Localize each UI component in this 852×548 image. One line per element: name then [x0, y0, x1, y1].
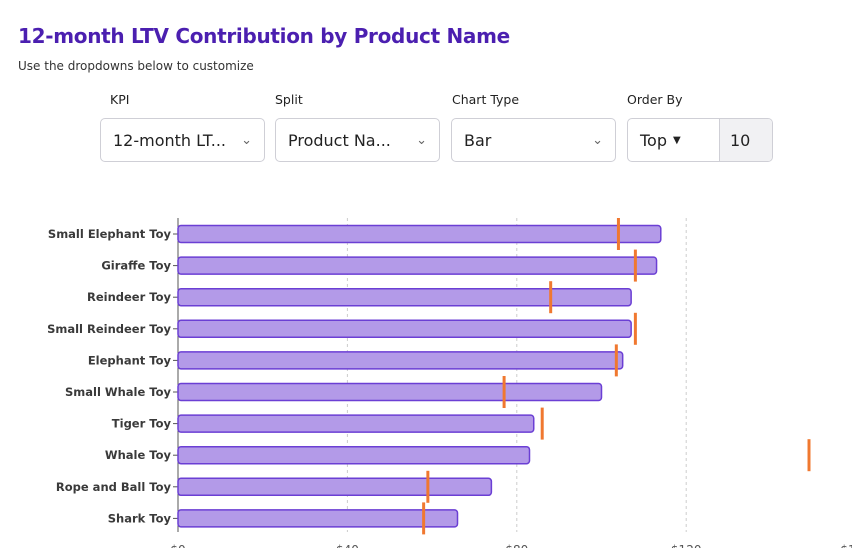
bar — [177, 382, 603, 402]
category-label: Rope and Ball Toy — [56, 480, 172, 494]
x-tick-label: $80 — [505, 543, 528, 548]
page-subtitle: Use the dropdowns below to customize — [18, 59, 254, 73]
x-tick-label: $120 — [671, 543, 702, 548]
kpi-value: 12-month LT... — [113, 130, 226, 150]
chart-type-dropdown[interactable]: Bar ⌄ — [451, 118, 616, 162]
order-direction-dropdown[interactable]: Top ▼ — [628, 119, 720, 161]
x-tick-label: $160 — [840, 543, 852, 548]
order-by-control: Top ▼ 10 — [627, 118, 773, 162]
category-label: Whale Toy — [105, 448, 172, 462]
bar — [177, 256, 658, 275]
bar — [177, 509, 459, 528]
x-tick-label: $40 — [336, 543, 359, 548]
bar — [177, 445, 531, 465]
category-label: Giraffe Toy — [101, 259, 171, 273]
bar — [177, 477, 493, 497]
order-direction-value: Top — [640, 130, 667, 150]
category-label: Shark Toy — [108, 511, 172, 525]
split-label: Split — [275, 92, 303, 107]
split-dropdown[interactable]: Product Na... ⌄ — [275, 118, 440, 162]
category-label: Elephant Toy — [88, 353, 172, 367]
page-title: 12-month LTV Contribution by Product Nam… — [18, 24, 510, 48]
chevron-down-icon: ⌄ — [416, 132, 427, 148]
category-label: Small Whale Toy — [65, 385, 172, 399]
chart-type-label: Chart Type — [452, 92, 520, 107]
chevron-down-icon: ⌄ — [241, 132, 252, 148]
category-label: Tiger Toy — [112, 417, 172, 431]
bar — [177, 414, 535, 433]
chart-type-value: Bar — [464, 130, 492, 150]
order-by-label: Order By — [627, 92, 683, 107]
ltv-bar-chart: Small Elephant Toy Giraffe Toy Reindeer To… — [47, 218, 852, 548]
order-count-input[interactable]: 10 — [720, 119, 772, 161]
kpi-label: KPI — [110, 92, 130, 107]
kpi-dropdown[interactable]: 12-month LT... ⌄ — [100, 118, 265, 162]
split-value: Product Na... — [288, 130, 391, 150]
bar — [177, 351, 624, 370]
category-label: Reindeer Toy — [87, 290, 172, 304]
bar — [177, 224, 662, 244]
category-label: Small Reindeer Toy — [47, 322, 171, 336]
x-tick-label: $0 — [170, 543, 185, 548]
caret-down-icon: ▼ — [673, 134, 681, 146]
category-label: Small Elephant Toy — [48, 227, 172, 241]
bar — [177, 287, 632, 307]
bar — [177, 319, 632, 339]
chevron-down-icon: ⌄ — [592, 132, 603, 148]
